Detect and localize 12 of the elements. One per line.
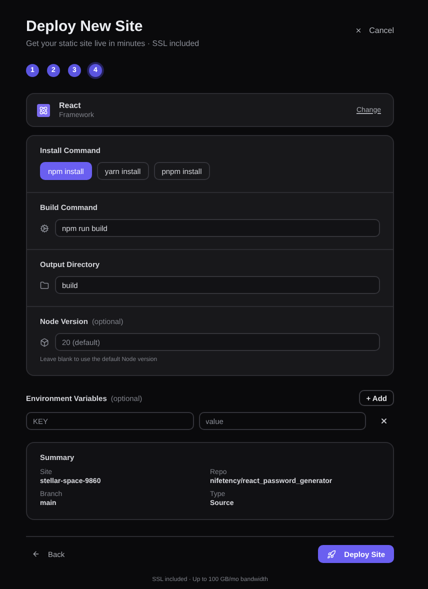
rocket-icon: [327, 550, 336, 558]
folder-icon: [40, 280, 49, 290]
page-title: Deploy New Site: [26, 18, 144, 35]
framework-name: React: [59, 101, 82, 110]
box-icon: [40, 338, 49, 346]
close-icon: [380, 417, 388, 425]
atom-icon: [37, 104, 50, 116]
cancel-button[interactable]: Cancel: [355, 26, 394, 35]
page-subtitle: Get your static site live in minutes · SSL included: [26, 39, 200, 48]
arrow-left-icon: [32, 550, 40, 558]
gear-icon: [40, 224, 49, 232]
close-icon: [355, 27, 362, 34]
